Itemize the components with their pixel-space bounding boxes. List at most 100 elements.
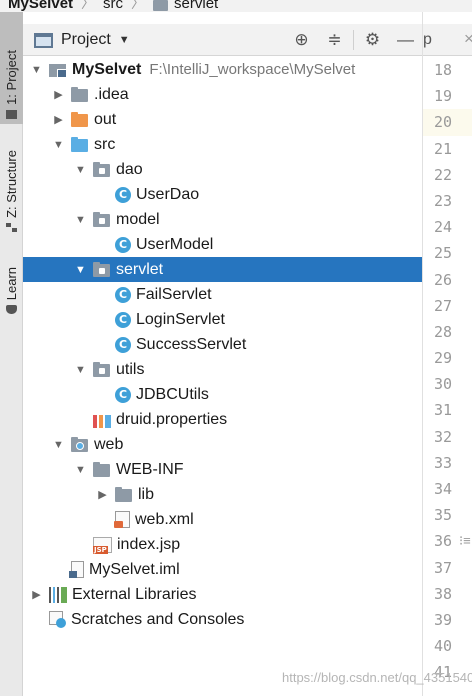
tree-node[interactable]: ▶ lib	[23, 482, 422, 507]
tree-node[interactable]: ▶CSuccessServlet	[23, 332, 422, 357]
tree-node-label: dao	[116, 160, 143, 178]
chevron-down-icon[interactable]: ▼	[74, 464, 87, 476]
line-number: 22	[433, 165, 452, 184]
tree-node-label: MySelvet.iml	[89, 560, 180, 578]
tree-node-label: .idea	[94, 85, 129, 103]
tree-node[interactable]: ▶druid.properties	[23, 407, 422, 432]
close-icon[interactable]: ×	[464, 29, 472, 49]
chevron-right-icon[interactable]: ▶	[96, 488, 109, 501]
tree-node-path: F:\IntelliJ_workspace\MySelvet	[149, 61, 356, 78]
tree-node[interactable]: ▼ WEB-INF	[23, 457, 422, 482]
package-icon	[93, 161, 111, 178]
tree-node-label: lib	[138, 485, 155, 503]
tree-node[interactable]: ▶Scratches and Consoles	[23, 607, 422, 632]
module-file-icon	[69, 561, 84, 578]
chevron-down-icon[interactable]: ▼	[52, 139, 65, 151]
tree-node[interactable]: ▶ .idea	[23, 82, 422, 107]
excluded-folder-icon	[71, 111, 89, 128]
minimize-button[interactable]: —	[389, 30, 422, 50]
line-number: 19	[433, 87, 452, 106]
tree-node[interactable]: ▶CFailServlet	[23, 282, 422, 307]
folder-icon	[93, 461, 111, 478]
breadcrumb: MySelvet 〉 src 〉 servlet	[0, 0, 472, 12]
jsp-file-icon	[93, 536, 112, 554]
tree-node-label: JDBCUtils	[136, 385, 209, 403]
line-number: 29	[433, 349, 452, 368]
scratches-icon	[49, 611, 66, 628]
tree-node[interactable]: ▶CJDBCUtils	[23, 382, 422, 407]
tree-node-label: UserModel	[136, 235, 214, 253]
line-number: 39	[433, 610, 452, 629]
tree-node[interactable]: ▶ out	[23, 107, 422, 132]
chevron-down-icon[interactable]: ▼	[52, 439, 65, 451]
folder-icon	[115, 486, 133, 503]
tree-node[interactable]: ▶web.xml	[23, 507, 422, 532]
line-number: 31	[433, 401, 452, 420]
chevron-down-icon[interactable]: ▼	[74, 264, 87, 276]
tree-node[interactable]: ▼ model	[23, 207, 422, 232]
chevron-down-icon[interactable]: ▼	[74, 164, 87, 176]
chevron-down-icon[interactable]: ▼	[74, 364, 87, 376]
line-number: 30	[433, 375, 452, 394]
project-view-selector[interactable]: Project ▼	[34, 31, 130, 49]
java-class-icon: C	[115, 386, 131, 403]
line-number: 37	[433, 558, 452, 577]
project-tree: ▼ MySelvet F:\IntelliJ_workspace\MySelvet ▶…	[23, 57, 422, 632]
tree-node-label: model	[116, 210, 160, 228]
tool-tab-project[interactable]: 1: Project	[0, 12, 23, 124]
tree-node[interactable]: ▶CLoginServlet	[23, 307, 422, 332]
tree-node-label: Scratches and Consoles	[71, 610, 245, 628]
breadcrumb-current[interactable]: servlet	[174, 0, 218, 12]
tree-node[interactable]: ▶CUserModel	[23, 232, 422, 257]
tree-node[interactable]: ▼ src	[23, 132, 422, 157]
chevron-right-icon[interactable]: ▶	[52, 113, 65, 126]
chevron-right-icon[interactable]: ▶	[30, 588, 43, 601]
tree-node-label: src	[94, 135, 116, 153]
tree-node-label: web	[94, 435, 124, 453]
crosshair-button[interactable]: ⊕	[285, 30, 318, 50]
tool-tab-structure[interactable]: Z: Structure	[0, 134, 23, 234]
tool-tab-learn[interactable]: Learn	[0, 258, 23, 316]
package-icon	[93, 261, 111, 278]
tree-node[interactable]: ▼ web	[23, 432, 422, 457]
tree-node[interactable]: ▶MySelvet.iml	[23, 557, 422, 582]
chevron-right-icon[interactable]: ▶	[52, 88, 65, 101]
line-number: 40	[433, 637, 452, 656]
gear-button[interactable]: ⚙	[356, 30, 389, 50]
tree-node[interactable]: ▶index.jsp	[23, 532, 422, 557]
toolbar-divider	[353, 30, 354, 50]
fold-icon[interactable]: ⁝≡	[459, 533, 471, 549]
line-number: 25	[433, 244, 452, 263]
line-number: 24	[433, 218, 452, 237]
breadcrumb-src[interactable]: src	[103, 0, 123, 12]
line-number: 38	[433, 584, 452, 603]
line-number: 34	[433, 480, 452, 498]
folder-icon	[153, 0, 169, 11]
tree-node[interactable]: ▼ servlet	[23, 257, 422, 282]
breadcrumb-project[interactable]: MySelvet	[8, 0, 73, 12]
line-number: 26	[433, 270, 452, 289]
tree-node[interactable]: ▼ utils	[23, 357, 422, 382]
java-class-icon: C	[115, 311, 131, 328]
tree-node-label: druid.properties	[116, 410, 228, 428]
properties-file-icon	[93, 414, 111, 428]
tree-node-label: web.xml	[135, 510, 194, 528]
tree-node[interactable]: ▶ External Libraries	[23, 582, 422, 607]
java-class-icon: C	[115, 286, 131, 303]
collapse-all-button[interactable]: ≑	[318, 30, 351, 50]
editor-tab-label[interactable]: p	[423, 31, 432, 49]
tree-node-label: FailServlet	[136, 285, 212, 303]
structure-icon	[6, 223, 17, 232]
package-icon	[93, 211, 111, 228]
tree-node-label: index.jsp	[117, 535, 181, 553]
tree-node[interactable]: ▼ MySelvet F:\IntelliJ_workspace\MySelvet	[23, 57, 422, 82]
tree-node[interactable]: ▶CUserDao	[23, 182, 422, 207]
tree-node-label: SuccessServlet	[136, 335, 247, 353]
chevron-down-icon[interactable]: ▼	[30, 64, 43, 76]
chevron-down-icon[interactable]: ▼	[74, 214, 87, 226]
tool-tab-label: 1: Project	[4, 50, 19, 105]
tree-node-label: out	[94, 110, 117, 128]
tree-node[interactable]: ▼ dao	[23, 157, 422, 182]
project-panel-header: Project ▼ ⊕ ≑ ⚙ —	[23, 24, 422, 56]
line-number: 20	[423, 109, 472, 136]
